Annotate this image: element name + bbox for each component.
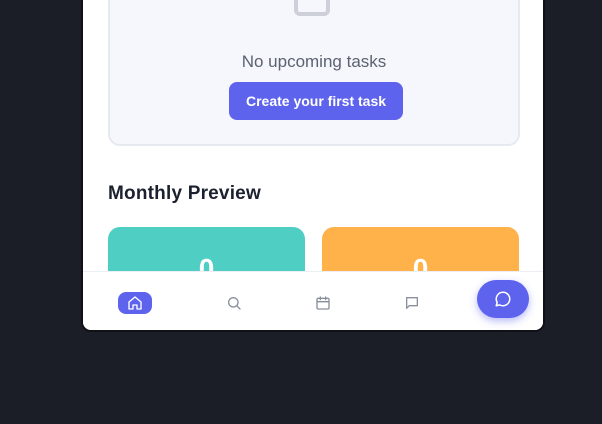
search-icon <box>228 297 241 310</box>
nav-home-button[interactable] <box>118 292 152 314</box>
empty-state-card: No upcoming tasks Create your first task <box>108 0 520 146</box>
calendar-icon <box>316 296 330 310</box>
empty-state-message: No upcoming tasks <box>241 52 387 71</box>
monthly-preview-title: Monthly Preview <box>108 183 261 204</box>
bottom-nav <box>83 271 543 330</box>
chat-fab-button[interactable] <box>477 280 529 318</box>
chat-icon <box>495 291 511 307</box>
nav-calendar-button[interactable] <box>306 292 340 314</box>
message-icon <box>406 297 418 309</box>
empty-tasks-icon <box>294 0 330 16</box>
nav-messages-button[interactable] <box>395 292 429 314</box>
app-window: No upcoming tasks Create your first task… <box>81 0 545 332</box>
create-first-task-button[interactable]: Create your first task <box>229 82 403 120</box>
home-icon <box>128 296 142 310</box>
nav-search-button[interactable] <box>217 292 251 314</box>
